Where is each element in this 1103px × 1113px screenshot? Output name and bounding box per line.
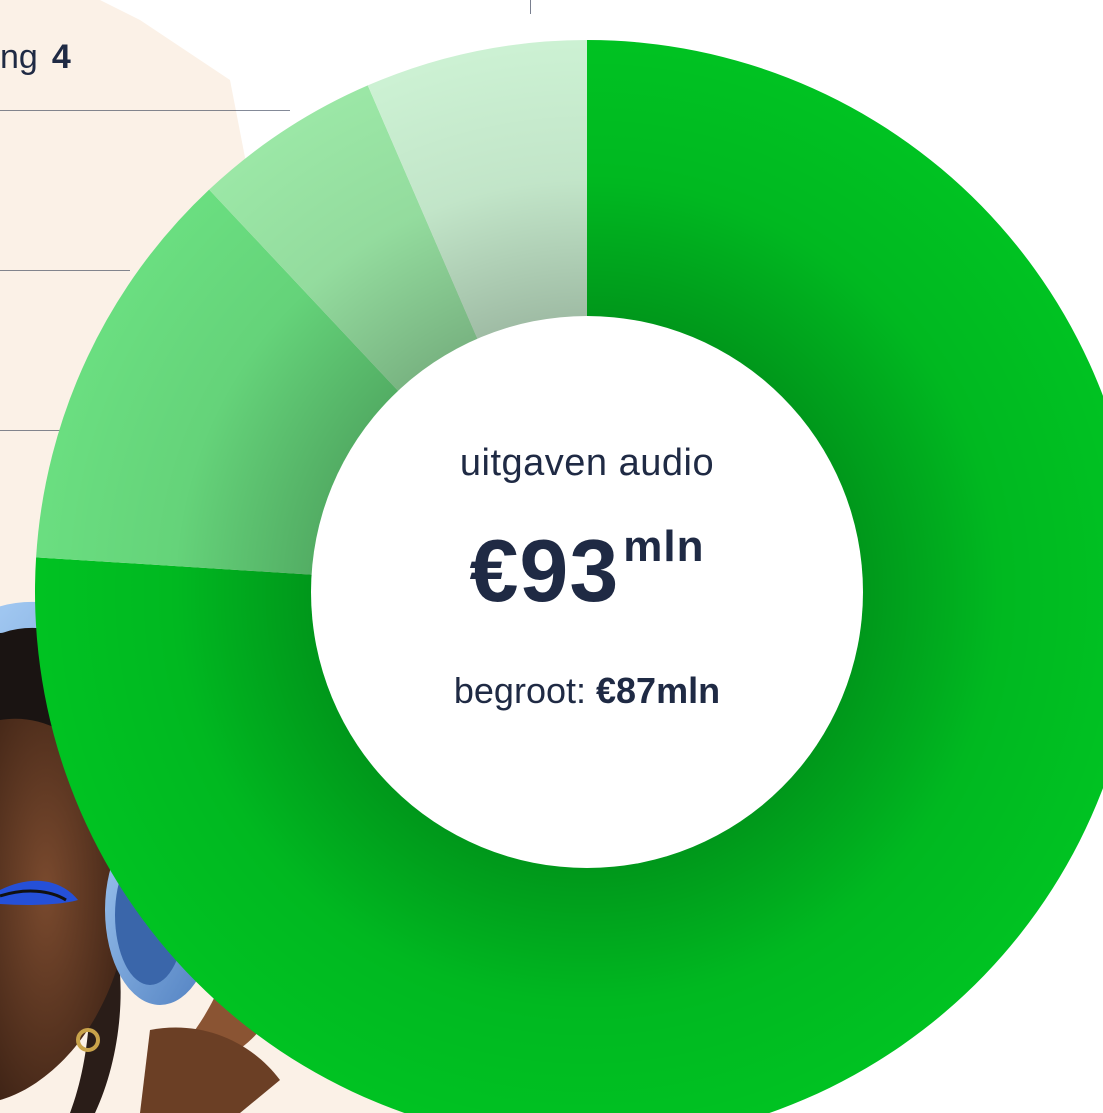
center-value-unit: mln <box>623 522 705 571</box>
infographic-stage: ng 4 uitgaven audio €93mln begroot: €87m… <box>0 0 1103 1113</box>
center-caption: uitgaven audio <box>459 442 715 484</box>
center-value: €93mln <box>312 520 862 622</box>
budget-label: begroot: <box>453 670 586 711</box>
donut-center-label: uitgaven audio €93mln begroot: €87mln <box>312 380 862 840</box>
budget-value: €87mln <box>596 670 721 711</box>
center-budget: begroot: €87mln <box>312 670 862 712</box>
center-value-amount: €93 <box>469 521 620 620</box>
